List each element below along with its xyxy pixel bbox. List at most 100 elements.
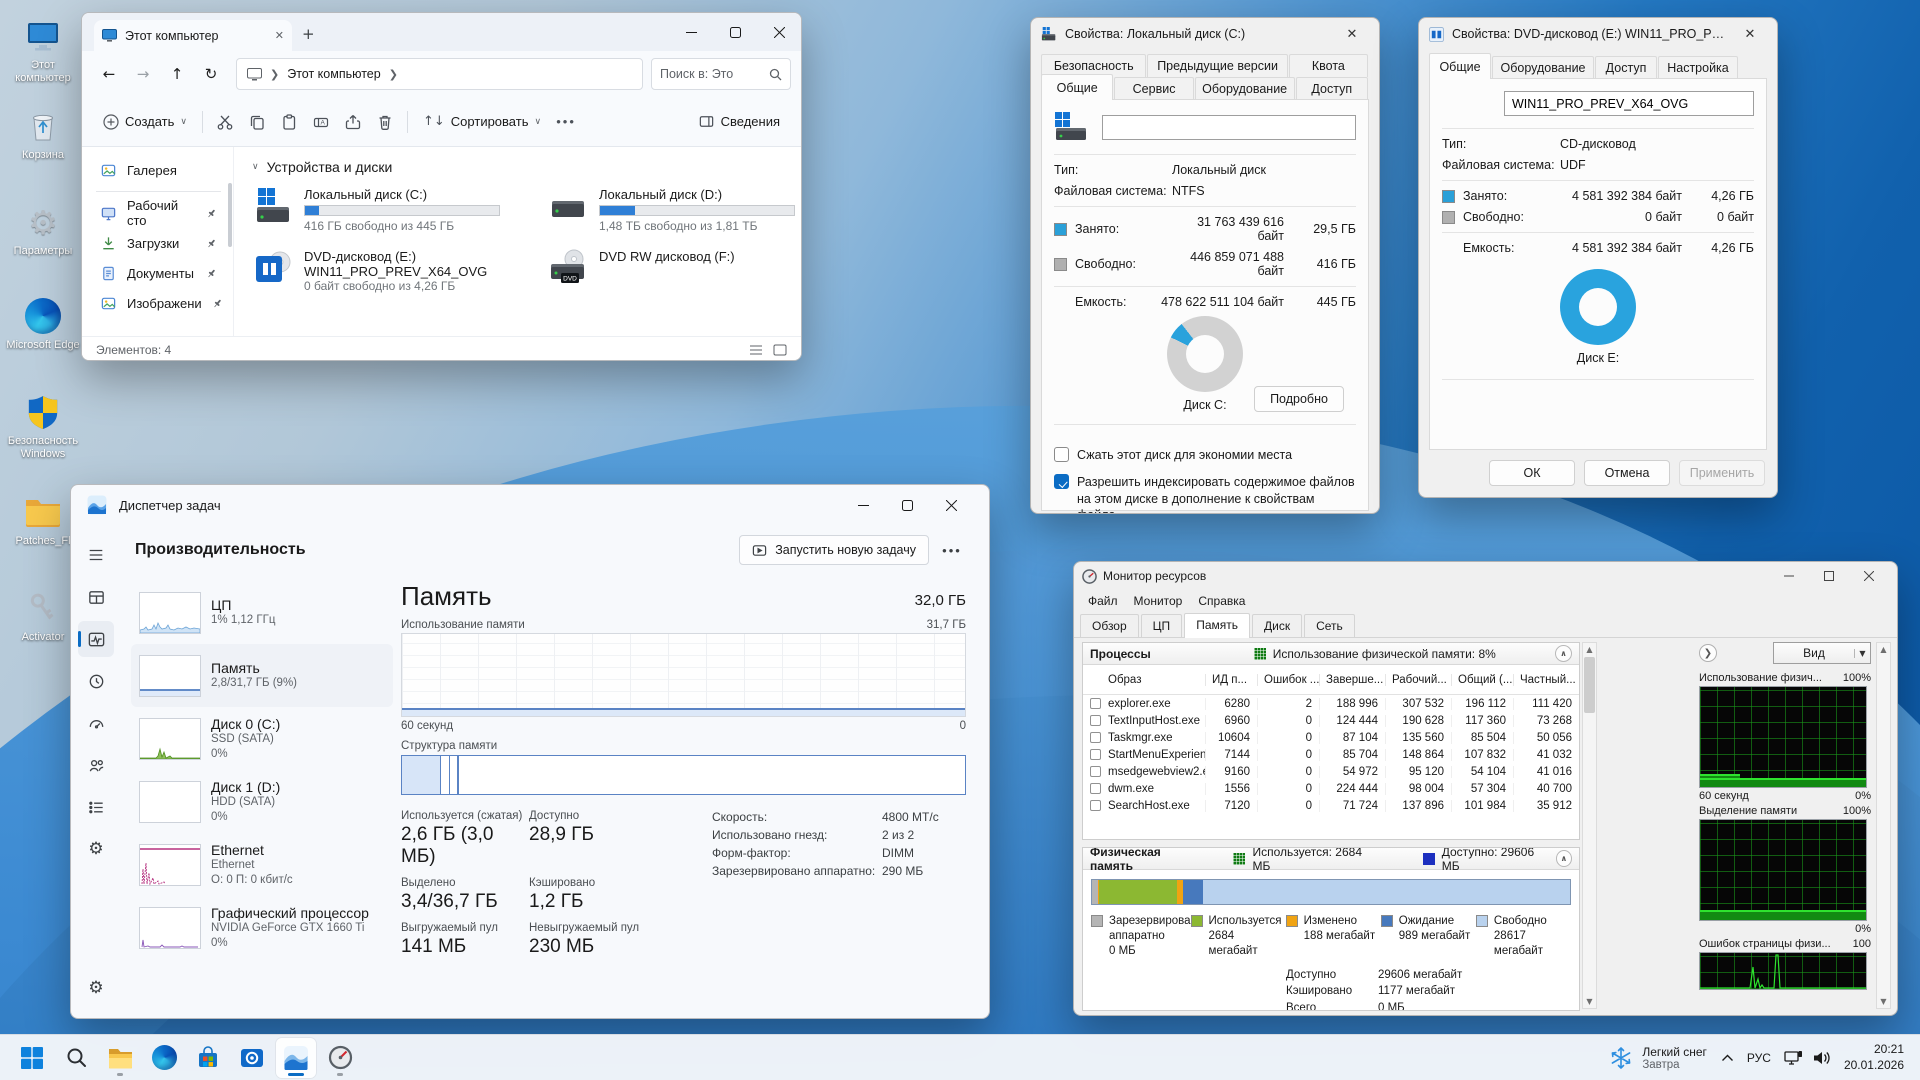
- taskbar-clock[interactable]: 20:21 20.01.2026: [1844, 1042, 1904, 1073]
- tab-customize[interactable]: Настройка: [1658, 56, 1738, 79]
- process-row[interactable]: msedgewebview2.exe9160054 97295 12054 10…: [1083, 763, 1579, 780]
- process-row[interactable]: SearchHost.exe7120071 724137 896101 9843…: [1083, 797, 1579, 814]
- store-button[interactable]: [188, 1038, 228, 1078]
- startup-apps-icon[interactable]: [78, 705, 114, 741]
- col-hard-faults[interactable]: Ошибок ...: [1257, 674, 1319, 686]
- drives-group-header[interactable]: ∨ Устройства и диски: [252, 159, 802, 175]
- resource-monitor-button[interactable]: [320, 1038, 360, 1078]
- up-icon[interactable]: ↑: [160, 57, 194, 91]
- sidebar-scrollbar[interactable]: [228, 183, 232, 247]
- ethernet-card[interactable]: EthernetEthernetО: 0 П: 0 кбит/с: [131, 833, 393, 896]
- gpu-card[interactable]: Графический процессорNVIDIA GeForce GTX …: [131, 896, 393, 959]
- minimize-button[interactable]: [669, 13, 713, 51]
- services-icon[interactable]: ⚙: [78, 831, 114, 867]
- paste-icon[interactable]: [273, 105, 305, 139]
- desktop-icon-edge[interactable]: Microsoft Edge: [4, 296, 82, 352]
- tab-disk[interactable]: Диск: [1252, 614, 1302, 637]
- tab-hardware[interactable]: Оборудование: [1195, 77, 1295, 100]
- tab-previous-versions[interactable]: Предыдущие версии: [1147, 54, 1287, 77]
- col-working-set[interactable]: Рабочий...: [1385, 674, 1451, 686]
- drive-item-e[interactable]: DVD-дисковод (E:) WIN11_PRO_PREV_X64_OVG…: [252, 249, 547, 293]
- menu-icon[interactable]: [78, 537, 114, 573]
- tab-general[interactable]: Общие: [1041, 74, 1113, 100]
- search-button[interactable]: [56, 1038, 96, 1078]
- tab-hardware[interactable]: Оборудование: [1492, 56, 1594, 79]
- refresh-icon[interactable]: ↻: [194, 57, 228, 91]
- scrollbar[interactable]: ▲▼: [1582, 642, 1597, 1009]
- index-checkbox[interactable]: Разрешить индексировать содержимое файло…: [1054, 474, 1356, 514]
- create-button[interactable]: Создать ∨: [94, 105, 196, 139]
- sidebar-item-pictures[interactable]: Изображени: [92, 288, 225, 318]
- list-view-icon[interactable]: [749, 343, 763, 357]
- file-explorer-button[interactable]: [100, 1038, 140, 1078]
- cpu-card[interactable]: ЦП1% 1,12 ГГц: [131, 581, 393, 644]
- address-bar[interactable]: ❯ Этот компьютер ❯: [236, 58, 643, 90]
- minimize-button[interactable]: [1769, 564, 1809, 588]
- sidebar-item-downloads[interactable]: Загрузки: [92, 228, 225, 258]
- checkbox[interactable]: [1090, 698, 1101, 709]
- tab-close-icon[interactable]: ✕: [275, 29, 284, 42]
- process-row[interactable]: dwm.exe15560224 44498 00457 30440 700: [1083, 780, 1579, 797]
- run-new-task-button[interactable]: Запустить новую задачу: [739, 535, 929, 565]
- collapse-chevron-icon[interactable]: ∧: [1555, 645, 1572, 662]
- tab-quota[interactable]: Квота: [1289, 54, 1368, 77]
- weather-widget[interactable]: Легкий снегЗавтра: [1600, 1042, 1716, 1074]
- forward-icon[interactable]: →: [126, 57, 160, 91]
- close-button[interactable]: [1849, 564, 1889, 588]
- tab-overview[interactable]: Обзор: [1080, 614, 1139, 637]
- sidebar-item-documents[interactable]: Документы: [92, 258, 225, 288]
- maximize-button[interactable]: [713, 13, 757, 51]
- drive-item-f[interactable]: DVD DVD RW дисковод (F:): [547, 249, 802, 293]
- col-commit[interactable]: Заверше...: [1319, 674, 1385, 686]
- apply-button[interactable]: Применить: [1679, 460, 1765, 486]
- tab-general[interactable]: Общие: [1429, 53, 1491, 79]
- cancel-button[interactable]: Отмена: [1584, 460, 1670, 486]
- volume-icon[interactable]: [1808, 1050, 1836, 1066]
- close-icon[interactable]: ✕: [1335, 26, 1369, 42]
- checkbox[interactable]: [1090, 783, 1101, 794]
- menu-monitor[interactable]: Монитор: [1126, 592, 1191, 610]
- col-image[interactable]: Образ: [1108, 674, 1141, 686]
- thumbnail-view-icon[interactable]: [773, 343, 787, 357]
- sort-button[interactable]: ↑↓ Сортировать ∨: [414, 105, 550, 139]
- tab-sharing[interactable]: Доступ: [1595, 56, 1657, 79]
- maximize-button[interactable]: [885, 485, 929, 525]
- language-indicator[interactable]: РУС: [1739, 1051, 1779, 1065]
- desktop-icon-windows-security[interactable]: Безопасность Windows: [4, 392, 82, 460]
- users-icon[interactable]: [78, 747, 114, 783]
- outlook-button[interactable]: [232, 1038, 272, 1078]
- drive-item-d[interactable]: Локальный диск (D:) 1,48 ТБ свободно из …: [547, 187, 802, 233]
- share-icon[interactable]: [337, 105, 369, 139]
- process-row[interactable]: explorer.exe62802188 996307 532196 11211…: [1083, 695, 1579, 712]
- tab-memory[interactable]: Память: [1184, 613, 1250, 638]
- details-icon[interactable]: [78, 789, 114, 825]
- checkbox[interactable]: [1090, 800, 1101, 811]
- rename-icon[interactable]: A: [305, 105, 337, 139]
- tray-chevron-icon[interactable]: [1716, 1054, 1739, 1062]
- close-button[interactable]: [929, 485, 973, 525]
- compress-checkbox[interactable]: Сжать этот диск для экономии места: [1054, 447, 1356, 463]
- sidebar-item-gallery[interactable]: Галерея: [92, 155, 225, 185]
- start-button[interactable]: [12, 1038, 52, 1078]
- col-shareable[interactable]: Общий (...: [1451, 674, 1513, 686]
- process-row[interactable]: Taskmgr.exe10604087 104135 56085 50450 0…: [1083, 729, 1579, 746]
- minimize-button[interactable]: [841, 485, 885, 525]
- details-button[interactable]: Подробно: [1254, 386, 1344, 412]
- checkbox[interactable]: [1090, 766, 1101, 777]
- drive-item-c[interactable]: Локальный диск (C:) 416 ГБ свободно из 4…: [252, 187, 547, 233]
- sidebar-item-desktop[interactable]: Рабочий сто: [92, 198, 225, 228]
- checkbox[interactable]: [1090, 732, 1101, 743]
- disk1-card[interactable]: Диск 1 (D:)HDD (SATA)0%: [131, 770, 393, 833]
- performance-icon[interactable]: [78, 621, 114, 657]
- settings-icon[interactable]: ⚙: [78, 970, 114, 1006]
- new-tab-button[interactable]: +: [302, 25, 315, 43]
- cut-icon[interactable]: [209, 105, 241, 139]
- desktop-icon-settings[interactable]: ⚙ Параметры: [4, 202, 82, 258]
- desktop-icon-this-pc[interactable]: Этот компьютер: [4, 16, 82, 84]
- checkbox[interactable]: [1090, 715, 1101, 726]
- explorer-tab[interactable]: Этот компьютер ✕: [94, 20, 292, 51]
- breadcrumb[interactable]: Этот компьютер: [287, 67, 380, 81]
- ok-button[interactable]: ОК: [1489, 460, 1575, 486]
- tab-network[interactable]: Сеть: [1304, 614, 1355, 637]
- tab-sharing[interactable]: Доступ: [1296, 77, 1368, 100]
